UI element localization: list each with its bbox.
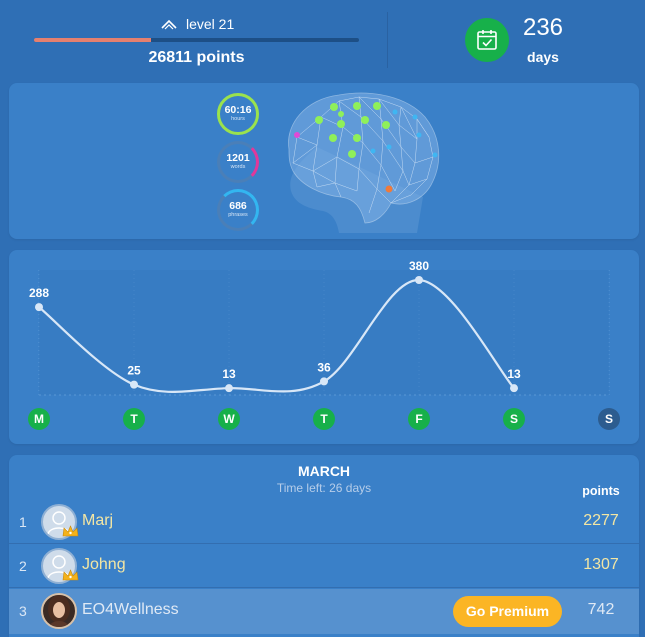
leaderboard-row-current-user[interactable]: 3 EO4Wellness Go Premium 742 (9, 589, 639, 634)
level-progress-fill (34, 38, 151, 42)
words-ring[interactable]: 1201 words (217, 141, 259, 183)
chart-plot-area (39, 270, 609, 395)
rank-number: 2 (19, 558, 27, 574)
weekday-1-dot[interactable]: T (123, 408, 145, 430)
chart-data-point (415, 276, 423, 284)
header-divider (387, 12, 388, 68)
user-name[interactable]: Johng (82, 556, 126, 574)
chart-data-point (130, 380, 138, 389)
go-premium-button[interactable]: Go Premium (453, 596, 562, 627)
calendar-check-icon[interactable] (465, 18, 509, 62)
brain-stats-card: 60:16 hours 1201 words 686 phrases (9, 83, 639, 239)
level-indicator[interactable]: level 21 (160, 15, 234, 33)
phrases-ring[interactable]: 686 phrases (217, 189, 259, 231)
hours-unit: hours (231, 116, 245, 122)
crown-icon (62, 525, 79, 537)
chart-data-label: 13 (222, 367, 236, 381)
hours-value: 60:16 (224, 104, 252, 116)
rank-number: 3 (19, 603, 27, 619)
leaderboard-time-left: Time left: 26 days (276, 481, 372, 495)
weekday-5-dot[interactable]: S (503, 408, 525, 430)
weekday-3-dot[interactable]: T (313, 408, 335, 430)
words-value: 1201 (226, 152, 250, 164)
chart-data-label: 380 (409, 259, 429, 273)
chart-data-point (510, 384, 518, 393)
user-photo-avatar[interactable] (41, 593, 77, 629)
chart-data-label: 288 (29, 286, 49, 300)
level-label: level 21 (186, 16, 235, 32)
streak-unit: days (527, 49, 559, 65)
user-score: 742 (587, 601, 615, 618)
crown-icon (62, 569, 79, 581)
level-progress-bar (34, 38, 359, 42)
leaderboard-month: MARCH (297, 463, 351, 479)
hours-ring[interactable]: 60:16 hours (217, 93, 259, 135)
chart-data-point (225, 384, 233, 393)
chart-data-point (35, 303, 43, 312)
user-score: 2277 (583, 512, 619, 529)
phrases-unit: phrases (228, 212, 248, 218)
chart-data-point (320, 377, 328, 386)
points-column-header: points (582, 484, 620, 498)
weekday-6-dot[interactable]: S (598, 408, 620, 430)
leaderboard-card: MARCH Time left: 26 days points 1 Marj 2… (9, 455, 639, 637)
user-name[interactable]: EO4Wellness (82, 601, 179, 619)
chart-data-label: 13 (507, 367, 521, 381)
weekday-4-dot[interactable]: F (408, 408, 430, 430)
weekday-0-dot[interactable]: M (28, 408, 50, 430)
chart-data-label: 25 (127, 364, 141, 378)
phrases-value: 686 (229, 200, 247, 212)
weekday-2-dot[interactable]: W (218, 408, 240, 430)
streak-count: 236 (522, 14, 564, 41)
chart-data-label: 36 (317, 360, 331, 374)
chevron-up-icon (160, 17, 178, 31)
leaderboard-row[interactable]: 1 Marj 2277 (9, 500, 639, 544)
user-name[interactable]: Marj (82, 512, 113, 530)
weekly-points-chart: 288 25 13 36 380 13 M T W T F S S (9, 250, 639, 444)
stats-header: level 21 26811 points 236 days (0, 0, 645, 80)
brain-illustration (288, 92, 440, 233)
leaderboard-row[interactable]: 2 Johng 1307 (9, 544, 639, 588)
user-score: 1307 (583, 556, 619, 573)
words-unit: words (230, 164, 246, 170)
points-total: 26811 points (148, 49, 245, 66)
rank-number: 1 (19, 514, 27, 530)
